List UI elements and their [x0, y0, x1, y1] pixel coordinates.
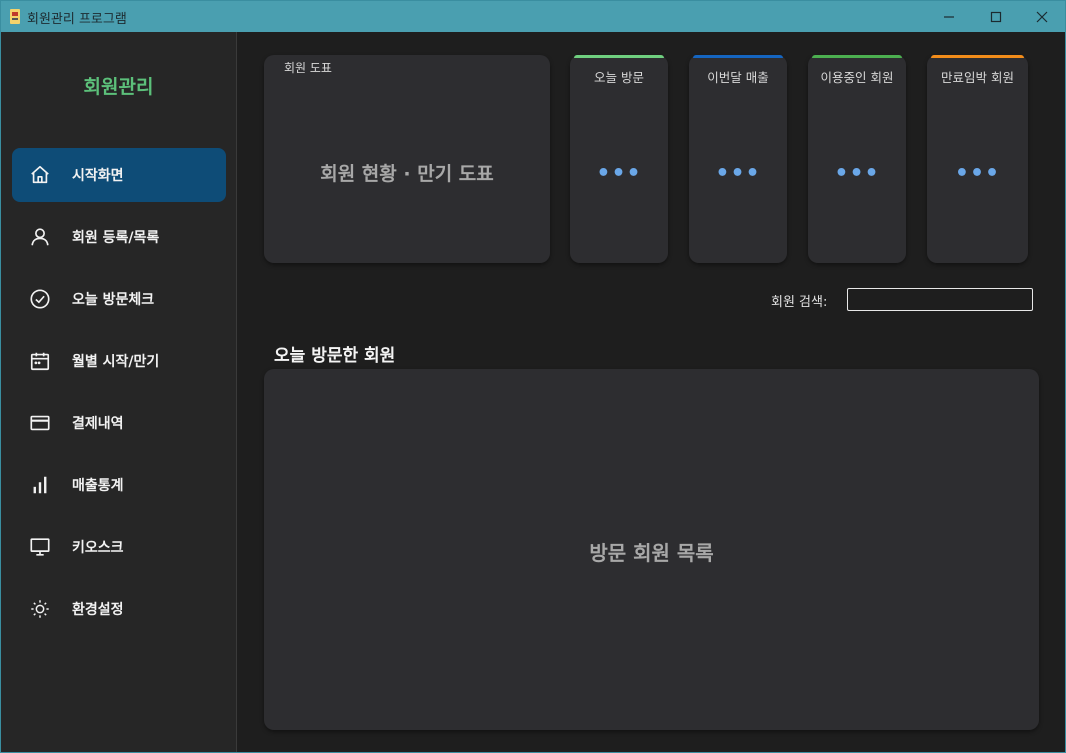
stat-accent-bar [574, 55, 664, 58]
check-circle-icon [28, 287, 52, 311]
stat-value-today-visits: ••• [596, 161, 642, 186]
title-bar[interactable]: 회원관리 프로그램 [1, 1, 1065, 32]
nav-label-monthly: 월별 시작/만기 [72, 354, 160, 370]
nav-item-sales[interactable]: 매출통계 [12, 458, 226, 512]
window-title: 회원관리 프로그램 [27, 12, 127, 27]
nav-item-settings[interactable]: 환경설정 [12, 582, 226, 636]
bar-chart-icon [28, 473, 52, 497]
maximize-button[interactable] [973, 1, 1019, 32]
minimize-icon [944, 15, 954, 18]
stat-title-monthly-sales: 이번달 매출 [707, 70, 769, 85]
main-content: 회원 도표 회원 현황 · 만기 도표 오늘 방문 ••• 이번달 매출 •••… [237, 32, 1065, 752]
chart-card-title: 회원 도표 [284, 61, 332, 75]
sidebar: 회원관리 시작화면 회원 등록/목록 오늘 방문체크 월별 시작/만기 결제내역… [1, 32, 237, 752]
nav-label-payments: 결제내역 [72, 416, 124, 432]
visitors-section-title: 오늘 방문한 회원 [274, 346, 396, 366]
stat-value-expiring-members: ••• [954, 161, 1001, 186]
member-chart-card: 회원 도표 회원 현황 · 만기 도표 [264, 55, 550, 263]
stat-title-active-members: 이용중인 회원 [820, 70, 894, 85]
stat-value-monthly-sales: ••• [715, 161, 761, 186]
nav-item-kiosk[interactable]: 키오스크 [12, 520, 226, 574]
app-icon [10, 9, 20, 24]
user-icon [28, 225, 52, 249]
nav-label-kiosk: 키오스크 [72, 540, 124, 556]
search-label: 회원 검색: [771, 295, 828, 310]
close-icon [1036, 11, 1048, 22]
chart-placeholder: 회원 현황 · 만기 도표 [320, 163, 494, 185]
stat-card-active-members: 이용중인 회원 ••• [808, 55, 906, 263]
stat-card-expiring-members: 만료임박 회원 ••• [927, 55, 1028, 263]
credit-card-icon [28, 411, 52, 435]
nav-item-monthly[interactable]: 월별 시작/만기 [12, 334, 226, 388]
app-window: 회원관리 프로그램 회원관리 시작화면 회원 등록/목록 오늘 방문체크 월별 … [0, 0, 1066, 753]
calendar-icon [28, 349, 52, 373]
brand-title: 회원관리 [83, 76, 154, 98]
maximize-icon [990, 11, 1002, 22]
stat-accent-bar [931, 55, 1024, 58]
nav-item-visit-check[interactable]: 오늘 방문체크 [12, 272, 226, 326]
stat-accent-bar [812, 55, 902, 58]
nav-label-visit-check: 오늘 방문체크 [72, 292, 155, 308]
nav-label-members: 회원 등록/목록 [72, 230, 160, 246]
nav-item-members[interactable]: 회원 등록/목록 [12, 210, 226, 264]
stat-title-expiring-members: 만료임박 회원 [941, 70, 1014, 85]
nav-item-home[interactable]: 시작화면 [12, 148, 226, 202]
nav-item-payments[interactable]: 결제내역 [12, 396, 226, 450]
minimize-button[interactable] [926, 1, 972, 32]
nav-label-sales: 매출통계 [72, 478, 124, 494]
stat-value-active-members: ••• [834, 161, 880, 186]
nav-label-home: 시작화면 [72, 168, 124, 184]
member-search-input[interactable] [847, 288, 1033, 311]
stat-card-monthly-sales: 이번달 매출 ••• [689, 55, 787, 263]
home-icon [28, 163, 52, 187]
nav-label-settings: 환경설정 [72, 602, 124, 618]
visitor-list-panel[interactable]: 방문 회원 목록 [264, 369, 1039, 730]
close-button[interactable] [1019, 1, 1065, 32]
monitor-icon [28, 535, 52, 559]
visitor-list-placeholder: 방문 회원 목록 [589, 541, 714, 565]
stat-card-today-visits: 오늘 방문 ••• [570, 55, 668, 263]
stat-title-today-visits: 오늘 방문 [594, 70, 644, 85]
stat-accent-bar [693, 55, 783, 58]
sun-settings-icon [28, 597, 52, 621]
